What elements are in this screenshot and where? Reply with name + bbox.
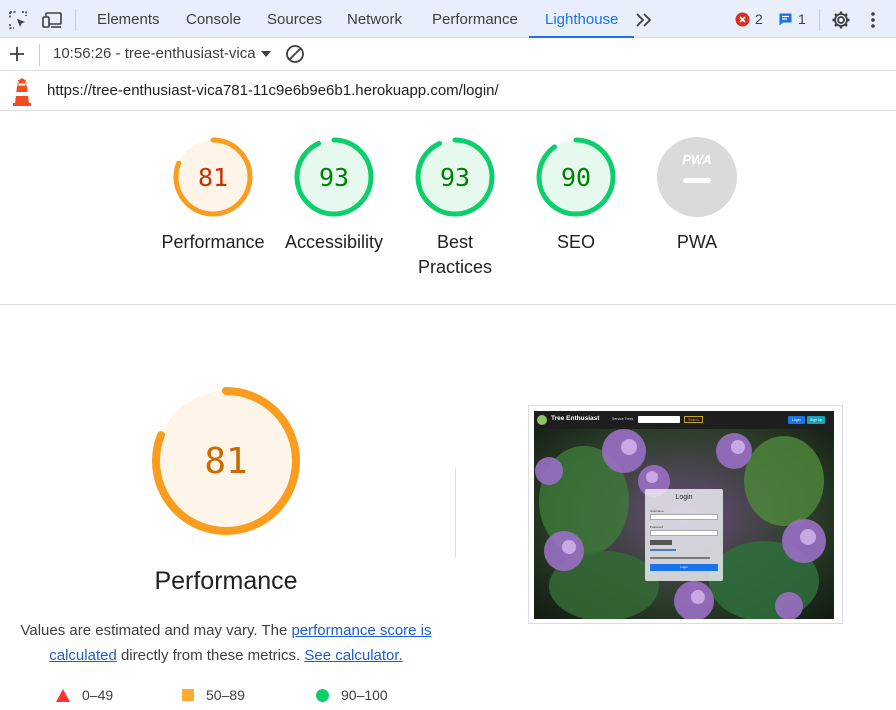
gauge-best-practices[interactable]: 93 Best Practices xyxy=(395,135,515,280)
tab-sources[interactable]: Sources xyxy=(267,0,322,38)
report-url[interactable]: https://tree-enthusiast-vica781-11c9e6b9… xyxy=(47,82,499,99)
tab-elements[interactable]: Elements xyxy=(97,0,160,38)
settings-gear-icon[interactable] xyxy=(831,10,851,30)
gauge-score: 81 xyxy=(198,163,228,192)
site-logo-icon xyxy=(537,415,547,425)
legend-pass-label: 90–100 xyxy=(341,687,388,703)
gauge-accessibility[interactable]: 93 Accessibility xyxy=(274,135,394,255)
gauge-score: 90 xyxy=(561,163,591,192)
desc-text-1: Values are estimated and may vary. The xyxy=(20,622,292,639)
login-forgot-link xyxy=(650,549,676,551)
toolbar-divider xyxy=(39,44,40,66)
performance-big-gauge: 81 xyxy=(152,387,300,535)
gauge-pwa[interactable]: PWA PWA xyxy=(637,135,757,255)
pwa-logo-text: PWA xyxy=(682,152,712,167)
tab-lighthouse[interactable]: Lighthouse xyxy=(528,0,635,38)
clear-reports-icon[interactable] xyxy=(285,44,305,69)
login-username-label: Username xyxy=(650,509,664,513)
gauge-label: Best Practices xyxy=(417,232,493,277)
legend-fail: 0–49 xyxy=(56,687,113,703)
lighthouse-toolbar: 10:56:26 - tree-enthusiast-vica xyxy=(0,38,896,71)
more-tabs-chevron-icon[interactable] xyxy=(634,11,654,31)
login-show-button xyxy=(650,540,672,545)
more-options-kebab-icon[interactable] xyxy=(868,10,888,30)
big-gauge-score: 81 xyxy=(204,441,247,482)
toolbar-divider xyxy=(75,9,76,31)
legend-pass: 90–100 xyxy=(316,687,388,703)
login-password-field xyxy=(650,530,718,536)
tab-network[interactable]: Network xyxy=(347,0,402,38)
new-report-plus-icon[interactable] xyxy=(8,45,26,68)
error-count: 2 xyxy=(755,11,763,27)
message-icon xyxy=(779,13,792,25)
pwa-badge-icon: PWA xyxy=(657,137,737,217)
gauge-performance-ring: 81 xyxy=(173,137,253,217)
login-card-title: Login xyxy=(675,494,693,501)
login-card: Login Username Password Login xyxy=(645,489,723,581)
tab-performance[interactable]: Performance xyxy=(432,0,518,38)
login-password-label: Password xyxy=(650,525,664,529)
category-gauges: 81 Performance 93 Accessibility 93 Best … xyxy=(0,111,896,305)
gauge-label: Accessibility xyxy=(284,232,384,252)
gauge-score: 93 xyxy=(440,163,470,192)
login-hint-text xyxy=(650,557,710,559)
tab-console[interactable]: Console xyxy=(186,0,241,38)
site-signup-button: Sign Up xyxy=(807,416,826,424)
gauge-accessibility-ring: 93 xyxy=(294,137,374,217)
gauge-score: 93 xyxy=(319,163,349,192)
section-divider xyxy=(455,468,456,558)
site-login-button: Login xyxy=(788,416,805,424)
login-submit-button: Login xyxy=(650,564,718,571)
desc-text-2: directly from these metrics. xyxy=(116,647,305,664)
site-search-label: Service Trees xyxy=(612,417,634,421)
gauge-label: Performance xyxy=(161,232,265,252)
performance-title: Performance xyxy=(154,567,298,595)
login-username-field xyxy=(650,514,718,520)
pwa-dash xyxy=(683,178,711,183)
performance-section: 81 Performance Values are estimated and … xyxy=(0,305,896,710)
orange-square-icon xyxy=(182,689,194,701)
gauge-label: SEO xyxy=(556,232,595,252)
legend-average: 50–89 xyxy=(182,687,245,703)
final-screenshot-thumbnail[interactable]: Tree Enthusiast Service Trees Search Log… xyxy=(528,405,843,624)
see-calculator-link[interactable]: See calculator. xyxy=(304,647,402,664)
red-triangle-icon xyxy=(56,688,70,702)
error-count-badge[interactable]: 2 xyxy=(735,11,763,27)
dropdown-caret-icon xyxy=(260,50,271,57)
legend-average-label: 50–89 xyxy=(206,687,245,703)
legend-fail-label: 0–49 xyxy=(82,687,114,703)
green-circle-icon xyxy=(316,688,329,702)
devtools-tabbar: Elements Console Sources Network Perform… xyxy=(0,0,896,38)
inspect-element-icon[interactable] xyxy=(8,10,28,30)
message-count: 1 xyxy=(798,11,806,27)
message-count-badge[interactable]: 1 xyxy=(778,11,806,27)
pwa-fill xyxy=(657,137,737,217)
lighthouse-logo-icon xyxy=(11,78,33,111)
report-selector-label: 10:56:26 - tree-enthusiast-vica xyxy=(53,45,256,62)
site-search-input xyxy=(638,416,680,423)
gauge-best-practices-ring: 93 xyxy=(415,137,495,217)
site-search-button: Search xyxy=(684,416,704,423)
report-selector-dropdown[interactable]: 10:56:26 - tree-enthusiast-vica xyxy=(53,45,272,62)
page-screenshot: Tree Enthusiast Service Trees Search Log… xyxy=(534,411,834,619)
performance-description: Values are estimated and may vary. The p… xyxy=(20,618,432,668)
gauge-label: PWA xyxy=(676,232,718,252)
gauge-seo-ring: 90 xyxy=(536,137,616,217)
gauge-performance[interactable]: 81 Performance xyxy=(153,135,273,255)
gauge-seo[interactable]: 90 SEO xyxy=(516,135,636,255)
toolbar-divider xyxy=(819,9,820,31)
device-toolbar-icon[interactable] xyxy=(42,10,62,30)
site-name: Tree Enthusiast xyxy=(551,415,600,422)
error-icon xyxy=(735,12,750,26)
report-url-bar: https://tree-enthusiast-vica781-11c9e6b9… xyxy=(0,71,896,111)
